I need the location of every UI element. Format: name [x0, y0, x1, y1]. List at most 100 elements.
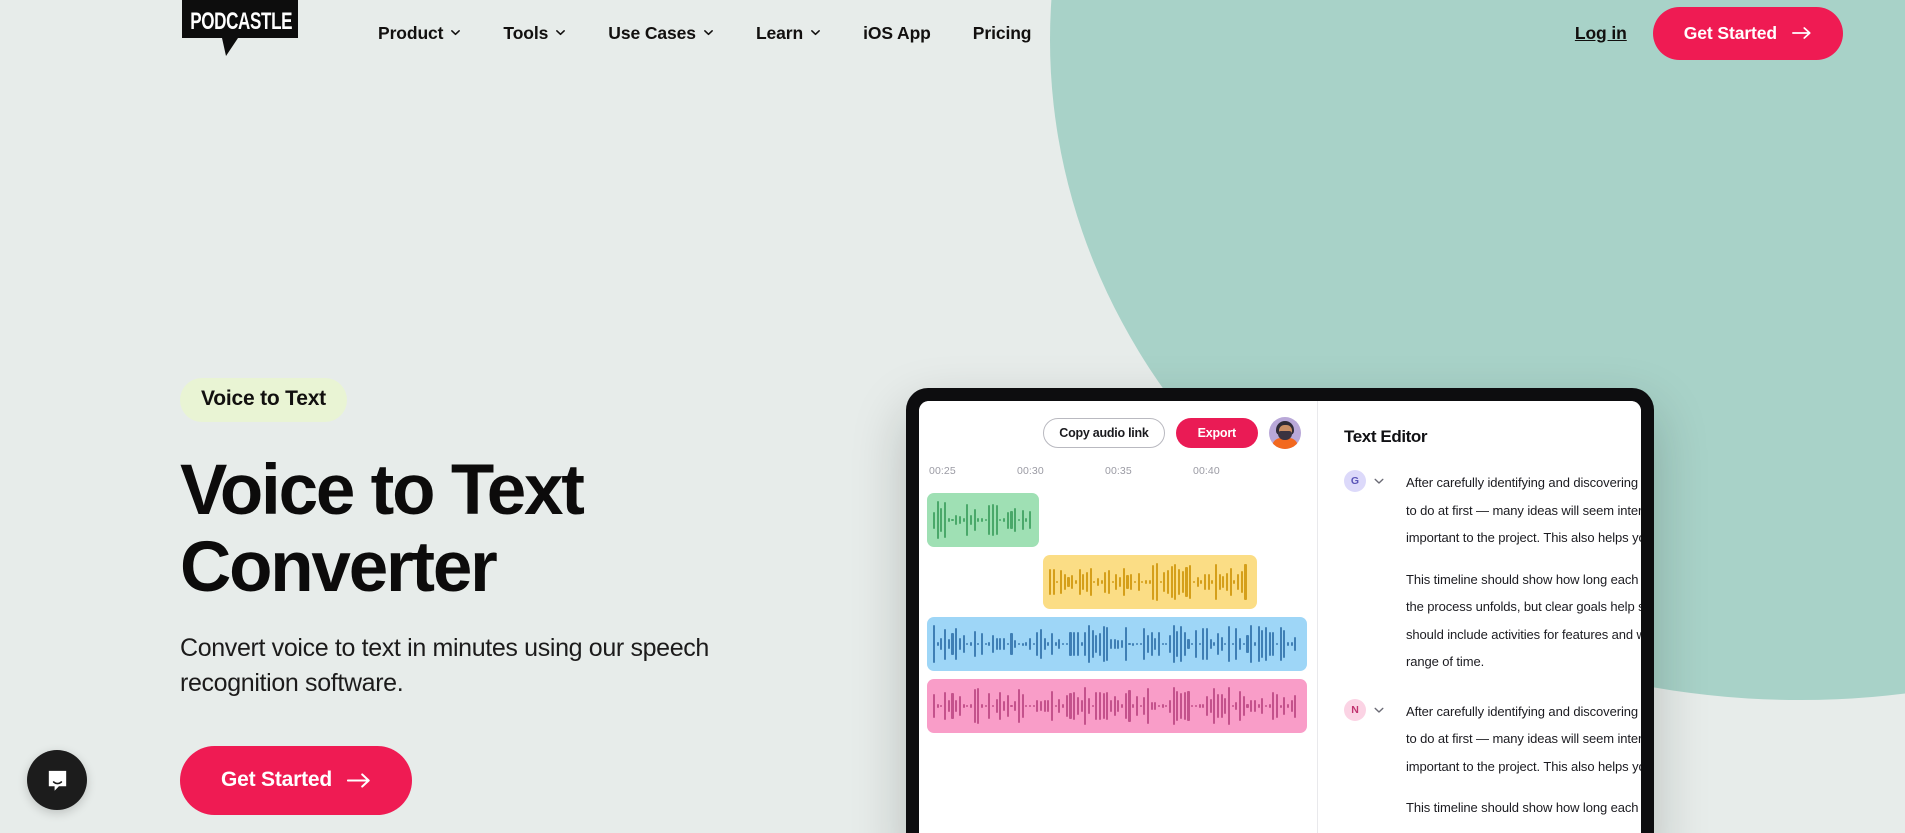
waveform-bar: [958, 637, 961, 651]
chevron-down-icon[interactable]: [1373, 704, 1385, 716]
waveform-bar: [1198, 642, 1201, 646]
waveform-bar: [1257, 704, 1260, 708]
audio-clip-blue-clip[interactable]: [927, 617, 1307, 671]
waveform-bar: [1069, 692, 1072, 720]
waveform-bar: [1224, 643, 1227, 645]
waveform-bar: [962, 635, 965, 653]
nav-item-product[interactable]: Product: [378, 0, 482, 66]
waveform-bar: [1098, 691, 1102, 721]
waveform-bar: [1187, 638, 1190, 650]
timeline-ruler[interactable]: 00:25 00:30 00:35 00:40: [919, 465, 1317, 491]
waveform-bar: [1202, 628, 1205, 660]
waveform-bar: [984, 642, 987, 646]
waveform-bar: [1084, 687, 1087, 725]
waveform-bar: [966, 642, 969, 646]
waveform-bar: [1205, 696, 1208, 716]
speaker-avatar[interactable]: G: [1344, 470, 1366, 492]
waveform-bar: [988, 504, 991, 536]
waveform-bar: [995, 638, 998, 650]
waveform-bar: [1165, 642, 1168, 646]
speaker-controls: N: [1344, 698, 1406, 822]
waveform-bar: [1209, 699, 1212, 713]
waveform-bar: [1128, 690, 1131, 722]
waveform-bar: [1154, 638, 1157, 650]
waveform-bar: [940, 637, 943, 651]
transcript-text[interactable]: After carefully identifying and discover…: [1406, 698, 1641, 822]
waveform-bar: [1039, 701, 1043, 711]
waveform-bar: [973, 689, 976, 723]
waveform-bar: [1014, 507, 1017, 533]
waveform-bar: [1106, 691, 1109, 721]
waveform-bar: [1146, 687, 1149, 725]
waveform-bar: [1021, 642, 1024, 646]
waveform-bar: [992, 704, 995, 708]
nav-item-ios-app[interactable]: iOS App: [842, 0, 952, 66]
transcript-text[interactable]: After carefully identifying and discover…: [1406, 469, 1641, 676]
waveform-bar: [1128, 642, 1131, 646]
waveform-bar: [1130, 573, 1133, 591]
waveform-bar: [984, 518, 987, 522]
waveform-bar: [1126, 575, 1129, 589]
nav-actions: Log in Get Started: [1575, 0, 1843, 66]
waveform-bar: [1176, 631, 1179, 657]
audio-clip-yellow-clip[interactable]: [1043, 555, 1257, 609]
waveform-bar: [1113, 695, 1116, 717]
nav-get-started-button[interactable]: Get Started: [1652, 6, 1843, 60]
waveform-bar: [1228, 625, 1231, 663]
waveform-bar: [955, 627, 958, 661]
waveform-bar: [1268, 631, 1271, 657]
audio-clip-green-clip[interactable]: [927, 493, 1039, 547]
waveform-bar: [944, 691, 947, 721]
waveform-bar: [1063, 573, 1066, 591]
waveform-bar: [1172, 625, 1175, 663]
waveform-bar: [969, 515, 972, 525]
speaker-avatar[interactable]: N: [1344, 698, 1366, 721]
waveform-bar: [1006, 695, 1009, 717]
transcript-paragraph: After carefully identifying and discover…: [1406, 698, 1641, 781]
waveform-bar: [1017, 689, 1020, 723]
waveform-bar: [1135, 695, 1138, 717]
waveform-bar: [944, 628, 947, 660]
waveform-bar: [1279, 627, 1282, 661]
nav-item-learn[interactable]: Learn: [735, 0, 842, 66]
nav-item-tools[interactable]: Tools: [482, 0, 587, 66]
login-link[interactable]: Log in: [1575, 23, 1627, 44]
waveform-bar: [1154, 701, 1157, 711]
waveform-bar: [1139, 704, 1142, 708]
transcript-line: important to the project. This also help…: [1406, 758, 1641, 774]
copy-audio-link-button[interactable]: Copy audio link: [1043, 418, 1165, 448]
waveform-bar: [1180, 626, 1183, 662]
waveform-bar: [947, 518, 950, 522]
chevron-down-icon[interactable]: [1373, 475, 1385, 487]
nav-item-pricing[interactable]: Pricing: [952, 0, 1053, 66]
main-navbar: PODCASTLE Product Tools Use Cases Learn …: [0, 0, 1905, 66]
waveform-bar: [955, 515, 958, 525]
podcastle-logo[interactable]: PODCASTLE: [180, 0, 302, 58]
waveform-bar: [947, 639, 950, 649]
waveform-bar: [1056, 580, 1059, 584]
transcript-line: important to the project. This also help…: [1406, 530, 1641, 546]
waveform-bar: [1084, 632, 1087, 656]
waveform-bar: [1110, 700, 1113, 712]
waveform-bar: [1017, 643, 1020, 645]
waveform-bar: [1003, 701, 1006, 711]
waveform-bar: [1087, 697, 1090, 715]
intercom-launcher-button[interactable]: [27, 750, 87, 810]
nav-item-label: Product: [378, 22, 444, 43]
nav-item-use-cases[interactable]: Use Cases: [587, 0, 735, 66]
ruler-tick: 00:35: [1105, 465, 1132, 477]
user-avatar[interactable]: [1269, 417, 1301, 449]
waveform-bar: [1209, 639, 1212, 649]
export-button[interactable]: Export: [1175, 418, 1258, 448]
audio-clip-pink-clip[interactable]: [927, 679, 1307, 733]
waveform-bar: [936, 642, 939, 646]
waveform-bar: [1141, 580, 1144, 584]
waveform-bar: [1095, 691, 1098, 721]
waveform-bar: [1071, 574, 1074, 590]
waveform-bar: [1246, 635, 1249, 653]
waveform-bar: [1025, 704, 1028, 708]
waveform-bar: [1102, 625, 1105, 663]
waveform-bar: [1087, 625, 1090, 663]
waveform-bar: [1279, 704, 1282, 708]
hero-get-started-button[interactable]: Get Started: [180, 745, 412, 815]
